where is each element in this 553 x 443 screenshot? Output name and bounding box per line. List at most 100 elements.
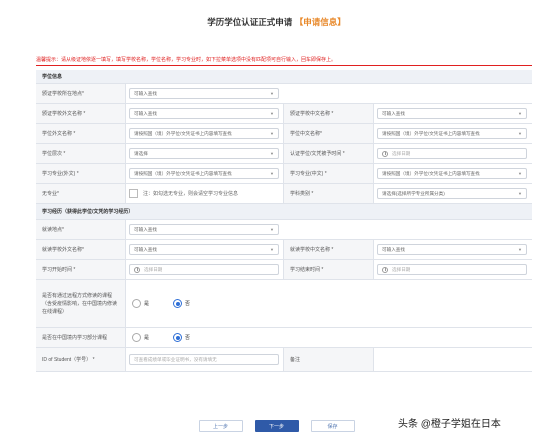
no-major-note: 注：如勾选无专业，则会请空学习专业信息 [143, 191, 239, 197]
distance-question: 是否有通过远程方式修读的课程（含受疫情影响，在中国境内修读在线课程） [36, 280, 126, 327]
study-school-en-value: 可输入查找 [134, 246, 157, 252]
study-country-select[interactable]: 可输入查找 ▼ [129, 224, 279, 235]
degree-level-label: 学位层次 * [36, 144, 126, 163]
study-school-en-select[interactable]: 可输入查找 ▼ [129, 244, 279, 255]
subject-select[interactable]: 请选择(选择所学专业所属分类) ▼ [377, 188, 527, 199]
study-school-en-cell: 可输入查找 ▼ [126, 240, 284, 259]
end-placeholder: 选择日期 [392, 266, 411, 272]
distance-no-option[interactable]: 否 [173, 299, 190, 308]
radio-label: 是 [144, 335, 150, 341]
row-degree-level: 学位层次 * 请选择 ▼ 认证学位/文凭被予时间 * 选择日期 [36, 144, 532, 164]
study-country-cell: 可输入查找 ▼ [126, 220, 532, 239]
row-degree-names: 学位外文名称 * 请按照国（境）外学位/文凭证书上内容填写查找 ▼ 学位中文名称*… [36, 124, 532, 144]
study-country-label: 就读地点* [36, 220, 126, 239]
end-date-picker[interactable]: 选择日期 [377, 264, 527, 275]
title-text: 学历学位认证正式申请 [207, 17, 293, 27]
school-en-label: 颁证学校外文名称 * [36, 104, 126, 123]
title-tag: 【申请信息】 [294, 17, 346, 27]
no-major-cell: 注：如勾选无专业，则会请空学习专业信息 [126, 184, 284, 203]
chevron-down-icon: ▼ [270, 131, 274, 136]
issue-country-value: 可输入查找 [134, 90, 157, 96]
study-school-en-label: 就读学校外文名称* [36, 240, 126, 259]
degree-level-value: 请选择 [134, 150, 148, 156]
subject-cell: 请选择(选择所学专业所属分类) ▼ [374, 184, 532, 203]
row-china-study: 是否在中国境内学习部分课程 是 否 [36, 328, 532, 348]
clock-icon [134, 266, 140, 273]
degree-en-cell: 请按照国（境）外学位/文凭证书上内容填写查找 ▼ [126, 124, 284, 143]
major-en-cell: 请按照国（境）外学位/文凭证书上内容填写查找 ▼ [126, 164, 284, 183]
radio-label: 否 [185, 335, 191, 341]
clock-icon [382, 150, 388, 157]
remark-label: 备注 [284, 348, 374, 371]
no-major-checkbox[interactable] [129, 189, 138, 198]
distance-yes-option[interactable]: 是 [132, 299, 149, 308]
study-school-cn-value: 可输入查找 [382, 246, 405, 252]
row-issue-country: 颁证学校所在地点* 可输入查找 ▼ [36, 84, 532, 104]
row-study-dates: 学习开始时间 * 选择日期 学习结束时间 * 选择日期 [36, 260, 532, 280]
radio-selected-icon [173, 333, 183, 342]
section-study-info: 学习经历（获得此学位/文凭的学习经历） [36, 204, 532, 220]
school-cn-select[interactable]: 可输入查找 ▼ [377, 108, 527, 119]
start-label: 学习开始时间 * [36, 260, 126, 279]
warning-divider [36, 65, 532, 66]
degree-en-label: 学位外文名称 * [36, 124, 126, 143]
chevron-down-icon: ▼ [270, 91, 274, 96]
school-cn-cell: 可输入查找 ▼ [374, 104, 532, 123]
no-major-label: 无专业* [36, 184, 126, 203]
china-yes-option[interactable]: 是 [132, 333, 149, 342]
chevron-down-icon: ▼ [518, 191, 522, 196]
chevron-down-icon: ▼ [518, 171, 522, 176]
prev-button[interactable]: 上一步 [198, 420, 243, 432]
chevron-down-icon: ▼ [270, 111, 274, 116]
section-title: 学位信息 [42, 74, 63, 80]
degree-level-select[interactable]: 请选择 ▼ [129, 148, 279, 159]
degree-cn-label: 学位中文名称* [284, 124, 374, 143]
cert-date-picker[interactable]: 选择日期 [377, 148, 527, 159]
cert-date-cell: 选择日期 [374, 144, 532, 163]
row-school-names: 颁证学校外文名称 * 可输入查找 ▼ 颁证学校中文名称 * 可输入查找 ▼ [36, 104, 532, 124]
row-major: 学习专业(外文) * 请按照国（境）外学位/文凭证书上内容填写查找 ▼ 学习专业(… [36, 164, 532, 184]
school-cn-label: 颁证学校中文名称 * [284, 104, 374, 123]
major-en-select[interactable]: 请按照国（境）外学位/文凭证书上内容填写查找 ▼ [129, 168, 279, 179]
student-id-placeholder: 可查看成绩单或毕业证明书，没有请填无 [134, 356, 217, 362]
chevron-down-icon: ▼ [270, 227, 274, 232]
clock-icon [382, 266, 388, 273]
school-en-select[interactable]: 可输入查找 ▼ [129, 108, 279, 119]
issue-country-select[interactable]: 可输入查找 ▼ [129, 88, 279, 99]
china-no-option[interactable]: 否 [173, 333, 190, 342]
next-button[interactable]: 下一步 [254, 420, 299, 432]
major-en-value: 请按照国（境）外学位/文凭证书上内容填写查找 [134, 170, 232, 176]
school-en-cell: 可输入查找 ▼ [126, 104, 284, 123]
start-cell: 选择日期 [126, 260, 284, 279]
chevron-down-icon: ▼ [518, 111, 522, 116]
watermark: 头条 @橙子学姐在日本 [398, 419, 501, 430]
china-cell: 是 否 [126, 328, 284, 347]
issue-country-cell: 可输入查找 ▼ [126, 84, 532, 103]
degree-en-value: 请按照国（境）外学位/文凭证书上内容填写查找 [134, 130, 232, 136]
degree-level-cell: 请选择 ▼ [126, 144, 284, 163]
section-degree-info: 学位信息 [36, 70, 532, 84]
radio-label: 否 [185, 301, 191, 307]
row-student-id: ID of Student（学号） * 可查看成绩单或毕业证明书，没有请填无 备… [36, 348, 532, 372]
degree-en-select[interactable]: 请按照国（境）外学位/文凭证书上内容填写查找 ▼ [129, 128, 279, 139]
study-school-cn-label: 就读学校中文名称 * [284, 240, 374, 259]
major-cn-cell: 请按照国（境）外学位/文凭证书上内容填写查找 ▼ [374, 164, 532, 183]
major-cn-select[interactable]: 请按照国（境）外学位/文凭证书上内容填写查找 ▼ [377, 168, 527, 179]
student-id-label: ID of Student（学号） * [36, 348, 126, 371]
school-en-value: 可输入查找 [134, 110, 157, 116]
section-title: 学习经历（获得此学位/文凭的学习经历） [42, 209, 134, 215]
degree-cn-value: 请按照国（境）外学位/文凭证书上内容填写查找 [382, 130, 480, 136]
radio-icon [132, 299, 141, 308]
student-id-input[interactable]: 可查看成绩单或毕业证明书，没有请填无 [129, 354, 279, 365]
cert-date-placeholder: 选择日期 [392, 150, 411, 156]
study-school-cn-select[interactable]: 可输入查找 ▼ [377, 244, 527, 255]
chevron-down-icon: ▼ [270, 151, 274, 156]
distance-cell: 是 否 [126, 280, 284, 327]
china-question: 是否在中国境内学习部分课程 [36, 328, 126, 347]
start-date-picker[interactable]: 选择日期 [129, 264, 279, 275]
remark-cell[interactable] [374, 348, 532, 371]
chevron-down-icon: ▼ [518, 247, 522, 252]
save-button[interactable]: 保存 [310, 420, 355, 432]
degree-cn-select[interactable]: 请按照国（境）外学位/文凭证书上内容填写查找 ▼ [377, 128, 527, 139]
degree-cn-cell: 请按照国（境）外学位/文凭证书上内容填写查找 ▼ [374, 124, 532, 143]
